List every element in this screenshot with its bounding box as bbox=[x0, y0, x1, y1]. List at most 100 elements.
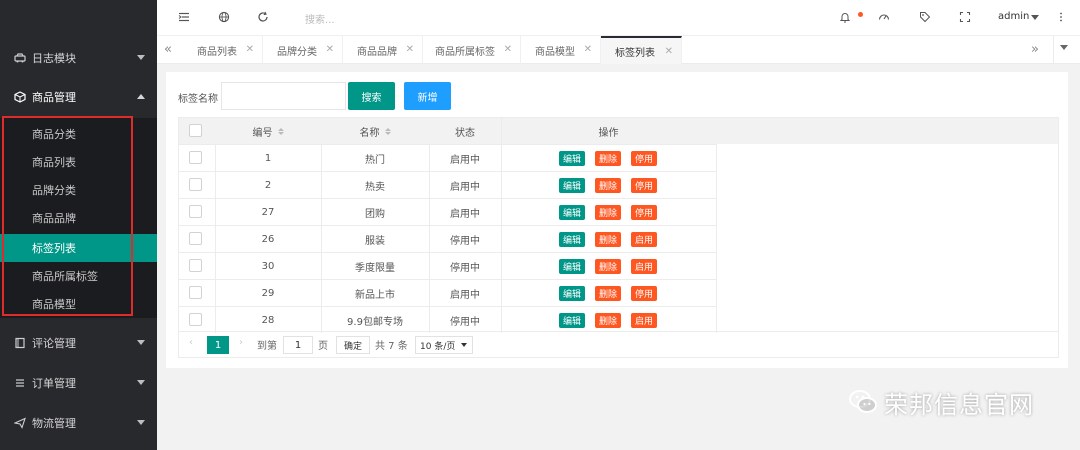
sidebar-item-tag-list[interactable]: 标签列表 bbox=[0, 234, 157, 262]
sidebar-group-comments[interactable]: 评论管理 bbox=[0, 323, 157, 363]
edit-button[interactable]: 编辑 bbox=[559, 151, 585, 166]
header-id[interactable]: 编号 bbox=[215, 118, 321, 144]
edit-button[interactable]: 编辑 bbox=[559, 286, 585, 301]
menu-toggle-icon[interactable] bbox=[177, 10, 191, 24]
tag-name-input[interactable] bbox=[221, 82, 346, 110]
search-button[interactable]: 搜索 bbox=[348, 82, 395, 110]
delete-button[interactable]: 删除 bbox=[595, 313, 621, 328]
sidebar: 日志模块 商品管理 商品分类 商品列表 品牌分类 商品品牌 标签列表 商品所属标… bbox=[0, 0, 157, 450]
toggle-button[interactable]: 停用 bbox=[631, 151, 657, 166]
tab-goods-tags[interactable]: 商品所属标签 ✕ bbox=[421, 36, 521, 64]
sidebar-item-goods-list[interactable]: 商品列表 bbox=[0, 148, 157, 176]
tab-brand-category[interactable]: 品牌分类 ✕ bbox=[263, 36, 343, 64]
row-checkbox[interactable] bbox=[189, 205, 202, 218]
refresh-icon[interactable] bbox=[256, 10, 270, 24]
delete-button[interactable]: 删除 bbox=[595, 205, 621, 220]
sort-icon[interactable] bbox=[277, 127, 284, 135]
row-checkbox[interactable] bbox=[189, 313, 202, 326]
select-all-checkbox[interactable] bbox=[189, 124, 202, 137]
sidebar-item-goods-model[interactable]: 商品模型 bbox=[0, 290, 157, 318]
bell-icon[interactable] bbox=[838, 10, 852, 24]
toggle-button[interactable]: 启用 bbox=[631, 313, 657, 328]
sidebar-group-label: 日志模块 bbox=[32, 52, 76, 65]
tabs-menu-caret-icon[interactable] bbox=[1060, 45, 1068, 50]
cell-name: 团购 bbox=[365, 208, 385, 220]
row-checkbox[interactable] bbox=[189, 151, 202, 164]
cell-status: 启用中 bbox=[450, 208, 480, 220]
close-icon[interactable]: ✕ bbox=[246, 44, 254, 55]
close-icon[interactable]: ✕ bbox=[584, 44, 592, 55]
sidebar-group-log[interactable]: 日志模块 bbox=[0, 38, 157, 78]
sidebar-group-logistics[interactable]: 物流管理 bbox=[0, 403, 157, 443]
sidebar-item-label: 商品分类 bbox=[32, 128, 76, 141]
sidebar-item-brand-category[interactable]: 品牌分类 bbox=[0, 176, 157, 204]
delete-button[interactable]: 删除 bbox=[595, 259, 621, 274]
tab-goods-brand[interactable]: 商品品牌 ✕ bbox=[343, 36, 423, 64]
send-icon bbox=[14, 417, 26, 429]
user-menu[interactable]: admin bbox=[998, 11, 1029, 22]
fullscreen-icon[interactable] bbox=[958, 10, 972, 24]
row-checkbox[interactable] bbox=[189, 178, 202, 191]
close-icon[interactable]: ✕ bbox=[665, 46, 673, 57]
prev-page-icon[interactable]: ‹ bbox=[189, 337, 193, 348]
tab-label: 商品品牌 bbox=[357, 46, 397, 58]
more-vertical-icon[interactable] bbox=[1054, 10, 1068, 24]
page-current[interactable]: 1 bbox=[207, 336, 229, 354]
dashboard-icon[interactable] bbox=[877, 10, 891, 24]
sidebar-group-label: 物流管理 bbox=[32, 417, 76, 430]
close-icon[interactable]: ✕ bbox=[406, 44, 414, 55]
delete-button[interactable]: 删除 bbox=[595, 151, 621, 166]
tab-tag-list[interactable]: 标签列表 ✕ bbox=[601, 36, 682, 64]
tab-goods-list[interactable]: 商品列表 ✕ bbox=[183, 36, 263, 64]
sidebar-item-goods-tags[interactable]: 商品所属标签 bbox=[0, 262, 157, 290]
cell-status: 启用中 bbox=[450, 289, 480, 301]
sidebar-group-goods[interactable]: 商品管理 bbox=[0, 77, 157, 117]
sidebar-item-goods-category[interactable]: 商品分类 bbox=[0, 120, 157, 148]
toggle-button[interactable]: 启用 bbox=[631, 232, 657, 247]
confirm-page-button[interactable]: 确定 bbox=[336, 336, 370, 354]
delete-button[interactable]: 删除 bbox=[595, 178, 621, 193]
sidebar-item-label: 商品品牌 bbox=[32, 212, 76, 225]
page-size-select[interactable]: 10 条/页 bbox=[415, 336, 473, 354]
tag-icon[interactable] bbox=[918, 10, 932, 24]
edit-button[interactable]: 编辑 bbox=[559, 259, 585, 274]
toggle-button[interactable]: 停用 bbox=[631, 178, 657, 193]
edit-button[interactable]: 编辑 bbox=[559, 178, 585, 193]
tab-label: 品牌分类 bbox=[277, 46, 317, 58]
tab-goods-model[interactable]: 商品模型 ✕ bbox=[521, 36, 601, 64]
delete-button[interactable]: 删除 bbox=[595, 286, 621, 301]
sort-icon[interactable] bbox=[384, 127, 391, 135]
sidebar-group-label: 订单管理 bbox=[32, 377, 76, 390]
goto-page-input[interactable]: 1 bbox=[283, 336, 313, 354]
table-row: 30 季度限量 停用中 编辑 删除 启用 bbox=[179, 252, 716, 279]
close-icon[interactable]: ✕ bbox=[326, 44, 334, 55]
row-checkbox[interactable] bbox=[189, 286, 202, 299]
cell-id: 28 bbox=[261, 314, 275, 326]
cell-status: 启用中 bbox=[450, 154, 480, 166]
total-count: 共 7 条 bbox=[375, 341, 408, 352]
toggle-button[interactable]: 停用 bbox=[631, 205, 657, 220]
edit-button[interactable]: 编辑 bbox=[559, 232, 585, 247]
tabs-divider bbox=[1053, 36, 1054, 64]
cell-status: 停用中 bbox=[450, 235, 480, 247]
edit-button[interactable]: 编辑 bbox=[559, 205, 585, 220]
row-checkbox[interactable] bbox=[189, 259, 202, 272]
book-icon bbox=[14, 337, 26, 349]
edit-button[interactable]: 编辑 bbox=[559, 313, 585, 328]
table-row: 27 团购 启用中 编辑 删除 停用 bbox=[179, 198, 716, 225]
globe-icon[interactable] bbox=[217, 10, 231, 24]
toggle-button[interactable]: 启用 bbox=[631, 259, 657, 274]
delete-button[interactable]: 删除 bbox=[595, 232, 621, 247]
sidebar-group-orders[interactable]: 订单管理 bbox=[0, 363, 157, 403]
top-search-input[interactable]: 搜索... bbox=[305, 11, 335, 26]
toggle-button[interactable]: 停用 bbox=[631, 286, 657, 301]
close-icon[interactable]: ✕ bbox=[504, 44, 512, 55]
next-page-icon[interactable]: › bbox=[239, 337, 243, 348]
tabs-scroll-left-icon[interactable]: « bbox=[164, 42, 172, 57]
sidebar-item-goods-brand[interactable]: 商品品牌 bbox=[0, 204, 157, 232]
row-checkbox[interactable] bbox=[189, 232, 202, 245]
add-button[interactable]: 新增 bbox=[404, 82, 451, 110]
tabs-scroll-right-icon[interactable]: » bbox=[1031, 42, 1039, 57]
header-name[interactable]: 名称 bbox=[321, 118, 429, 144]
header-status: 状态 bbox=[429, 118, 501, 144]
